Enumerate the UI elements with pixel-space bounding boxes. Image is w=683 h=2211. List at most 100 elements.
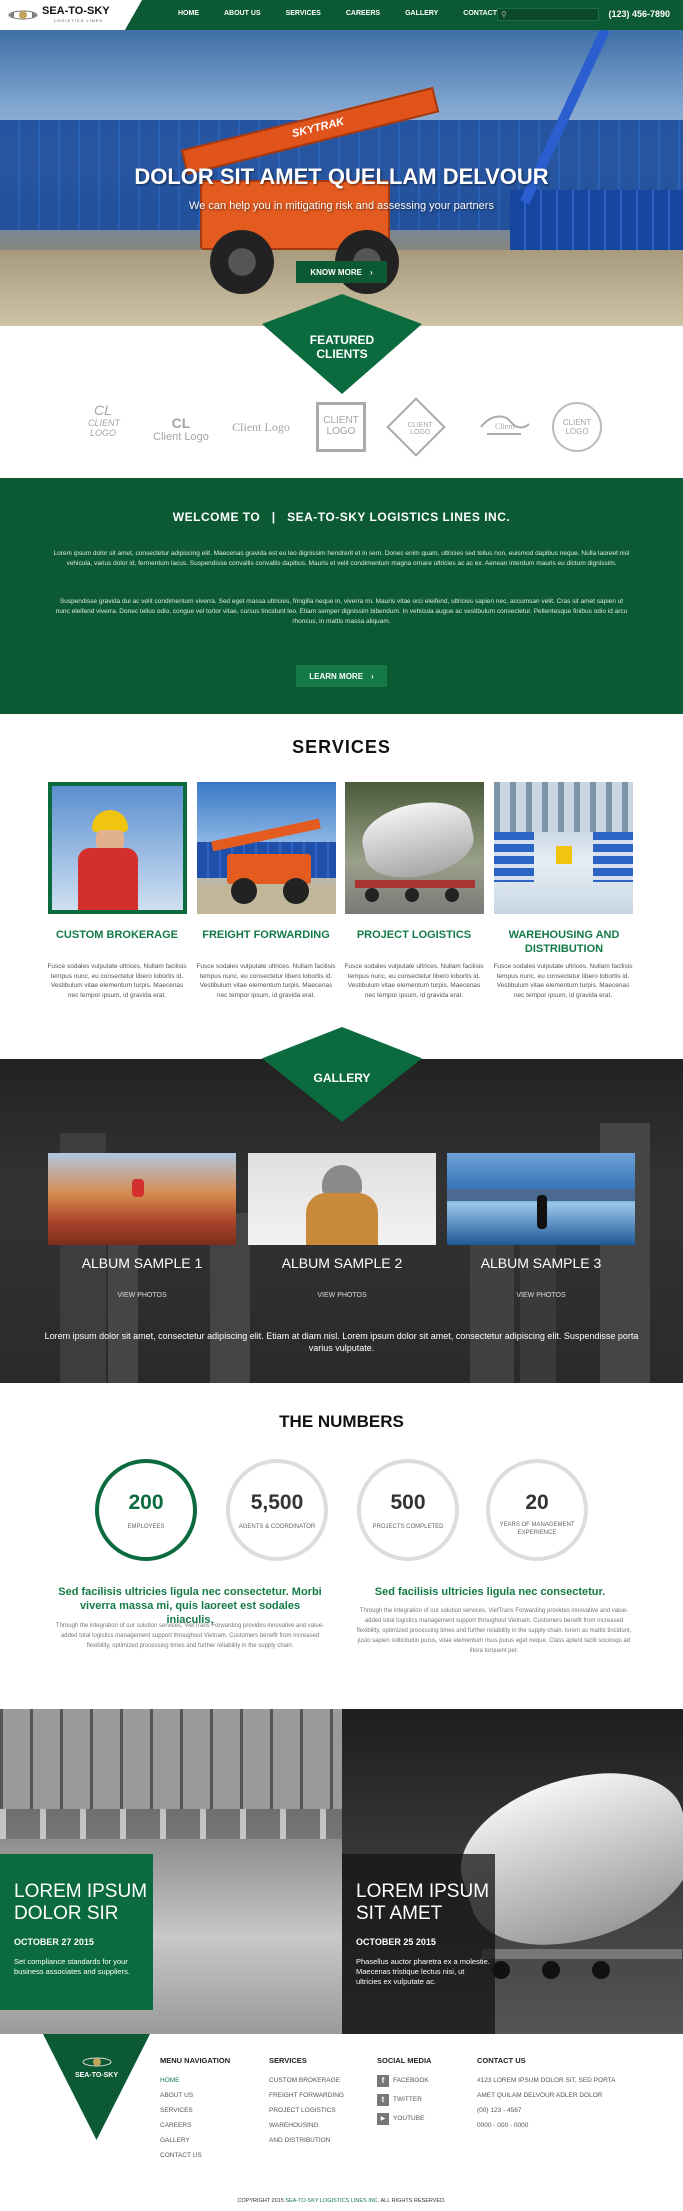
service-title-custom-brokerage[interactable]: CUSTOM BROKERAGE: [42, 928, 192, 942]
gallery-label: GALLERY: [313, 1071, 371, 1085]
service-image-freight-forwarding[interactable]: [197, 782, 336, 914]
promo-card-1[interactable]: LOREM IPSUM DOLOR SIR OCTOBER 27 2015 Set…: [0, 1709, 342, 2034]
top-header: SEA-TO-SKY LOGISTICS LINES HOME ABOUT US…: [0, 0, 683, 30]
service-title-project-logistics[interactable]: PROJECT LOGISTICS: [339, 928, 489, 942]
numbers-left-text: Through the integration of our solution …: [55, 1623, 325, 1649]
facebook-icon: f: [377, 2074, 389, 2087]
view-photos-link-3[interactable]: VIEW PHOTOS: [447, 1292, 635, 1299]
service-image-custom-brokerage[interactable]: [48, 782, 187, 914]
promo-1-title-line1: LOREM IPSUM: [14, 1881, 148, 1902]
hero-banner: SKYTRAK DOLOR SIT AMET QUELLAM DELVOUR W…: [0, 30, 683, 326]
hero-subtitle: We can help you in mitigating risk and a…: [189, 200, 494, 212]
footer-contact-address-2: AMET QUILAM DELVOUR ADLER DOLOR: [477, 2092, 603, 2099]
album-title-2[interactable]: ALBUM SAMPLE 2: [248, 1255, 436, 1271]
footer-service-warehousing[interactable]: WAREHOUSING: [269, 2118, 344, 2133]
service-image-warehousing[interactable]: [494, 782, 633, 914]
nav-careers[interactable]: CAREERS: [346, 10, 380, 17]
client-logo-7[interactable]: CLIENT LOGO: [552, 402, 602, 452]
footer-service-distribution[interactable]: AND DISTRIBUTION: [269, 2133, 344, 2148]
featured-clients-label: FEATURED CLIENTS: [262, 333, 422, 361]
album-image-1[interactable]: [48, 1153, 236, 1245]
promo-content-1: LOREM IPSUM DOLOR SIR OCTOBER 27 2015 Set…: [14, 1881, 149, 1977]
footer-service-project-logistics[interactable]: PROJECT LOGISTICS: [269, 2103, 344, 2118]
promo-2-title-line2: SIT AMET: [356, 1903, 443, 1924]
featured-label-1: FEATURED: [309, 333, 375, 347]
footer-link-about-us[interactable]: ABOUT US: [160, 2088, 230, 2103]
client-logo-1-text: CLIENT LOGO: [88, 418, 121, 438]
stat-employees: 200 EMPLOYEES: [95, 1459, 197, 1561]
client-logos: CL CLIENT LOGO CL Client Logo Client Log…: [0, 390, 683, 470]
footer-link-careers[interactable]: CAREERS: [160, 2118, 230, 2133]
numbers-right-text: Through the integration of our solution …: [356, 1608, 632, 1654]
search-icon: ⚲: [501, 10, 507, 19]
client-logo-5-line2: LOGO: [410, 428, 431, 436]
search-input[interactable]: ⚲: [497, 8, 599, 21]
footer-link-gallery[interactable]: GALLERY: [160, 2133, 230, 2148]
stat-value: 200: [128, 1491, 164, 1514]
service-title-warehousing[interactable]: WAREHOUSING AND DISTRIBUTION: [488, 928, 640, 956]
footer: SEA-TO-SKY MENU NAVIGATION HOME ABOUT US…: [0, 2034, 683, 2211]
footer-link-services[interactable]: SERVICES: [160, 2103, 230, 2118]
hero-wheel-left: [210, 230, 274, 294]
learn-more-button[interactable]: LEARN MORE ›: [296, 665, 387, 687]
nav-gallery[interactable]: GALLERY: [405, 10, 438, 17]
client-logo-3[interactable]: Client Logo: [228, 420, 294, 435]
stat-value: 5,500: [250, 1491, 304, 1514]
view-photos-link-2[interactable]: VIEW PHOTOS: [248, 1292, 436, 1299]
nav-services[interactable]: SERVICES: [286, 10, 321, 17]
footer-link-home[interactable]: HOME: [160, 2073, 230, 2088]
footer-service-custom-brokerage[interactable]: CUSTOM BROKERAGE: [269, 2073, 344, 2088]
album-title-3[interactable]: ALBUM SAMPLE 3: [447, 1255, 635, 1271]
welcome-heading: WELCOME TO | SEA-TO-SKY LOGISTICS LINES …: [0, 510, 683, 524]
view-photos-link-1[interactable]: VIEW PHOTOS: [48, 1292, 236, 1299]
promo-2-date: OCTOBER 25 2015: [356, 1937, 436, 1947]
nav-home[interactable]: HOME: [178, 10, 199, 17]
client-logo-4[interactable]: CLIENT LOGO: [316, 402, 366, 452]
client-logo-4-line2: LOGO: [326, 426, 356, 437]
client-logo-2-text: Client Logo: [153, 431, 209, 443]
nav-about-us[interactable]: ABOUT US: [224, 10, 261, 17]
client-logo-6[interactable]: Client: [476, 412, 532, 445]
numbers-right-heading: Sed facilisis ultricies ligula nec conse…: [374, 1586, 606, 1598]
footer-social-youtube[interactable]: ▶ YOUTUBE: [377, 2111, 431, 2126]
footer-social-facebook-label: FACEBOOK: [393, 2077, 429, 2084]
chevron-right-icon: ›: [369, 267, 373, 277]
footer-link-contact-us[interactable]: CONTACT US: [160, 2148, 230, 2163]
know-more-button[interactable]: KNOW MORE ›: [296, 261, 387, 283]
promo-card-2[interactable]: LOREM IPSUM SIT AMET OCTOBER 25 2015 Phas…: [342, 1709, 683, 2034]
welcome-heading-right: SEA-TO-SKY LOGISTICS LINES INC.: [287, 510, 511, 524]
footer-social-facebook[interactable]: f FACEBOOK: [377, 2073, 431, 2088]
footer-logo-emblem-icon: [82, 2057, 112, 2067]
album-title-1[interactable]: ALBUM SAMPLE 1: [48, 1255, 236, 1271]
welcome-section: WELCOME TO | SEA-TO-SKY LOGISTICS LINES …: [0, 478, 683, 714]
footer-social-twitter[interactable]: t TWITTER: [377, 2092, 431, 2107]
footer-contact-phone: (00) 123 - 4567: [477, 2107, 522, 2114]
footer-social-heading: SOCIAL MEDIA: [377, 2056, 432, 2065]
client-logo-2[interactable]: CL Client Logo: [146, 415, 216, 443]
stat-value: 20: [525, 1491, 549, 1514]
hero-title: DOLOR SIT AMET QUELLAM DELVOUR: [134, 164, 549, 189]
stat-label: PROJECTS COMPLETED: [372, 1524, 444, 1530]
footer-service-freight-forwarding[interactable]: FREIGHT FORWARDING: [269, 2088, 344, 2103]
client-logo-1-mark: CL: [94, 402, 112, 418]
client-logo-4-line1: CLIENT: [323, 415, 359, 426]
stat-agents: 5,500 AGENTS & COORDINATOR: [226, 1459, 328, 1561]
chevron-right-icon: ›: [371, 671, 374, 681]
logo[interactable]: SEA-TO-SKY LOGISTICS LINES: [0, 0, 142, 30]
welcome-paragraph-1: Lorem ipsum dolor sit amet, consectetur …: [53, 550, 630, 567]
promo-1-date: OCTOBER 27 2015: [14, 1937, 94, 1947]
footer-brand: SEA-TO-SKY: [74, 2072, 119, 2079]
footer-social-youtube-label: YOUTUBE: [393, 2115, 425, 2122]
learn-more-label: LEARN MORE: [309, 671, 364, 681]
service-image-project-logistics[interactable]: [345, 782, 484, 914]
service-title-freight-forwarding[interactable]: FREIGHT FORWARDING: [191, 928, 341, 942]
album-image-3[interactable]: [447, 1153, 635, 1245]
album-image-2[interactable]: [248, 1153, 436, 1245]
featured-label-2: CLIENTS: [316, 347, 368, 361]
footer-logo-badge[interactable]: SEA-TO-SKY: [43, 2034, 150, 2140]
service-desc-custom-brokerage: Fusce sodales vulputate ultrices. Nullam…: [47, 963, 187, 999]
numbers-title: THE NUMBERS: [279, 1412, 404, 1431]
copyright-brand-link[interactable]: SEA-TO-SKY LOGISTICS LINES INC.: [285, 2198, 379, 2204]
client-logo-1[interactable]: CL CLIENT LOGO: [78, 402, 128, 438]
client-logo-5[interactable]: CLIENT LOGO: [386, 397, 446, 457]
